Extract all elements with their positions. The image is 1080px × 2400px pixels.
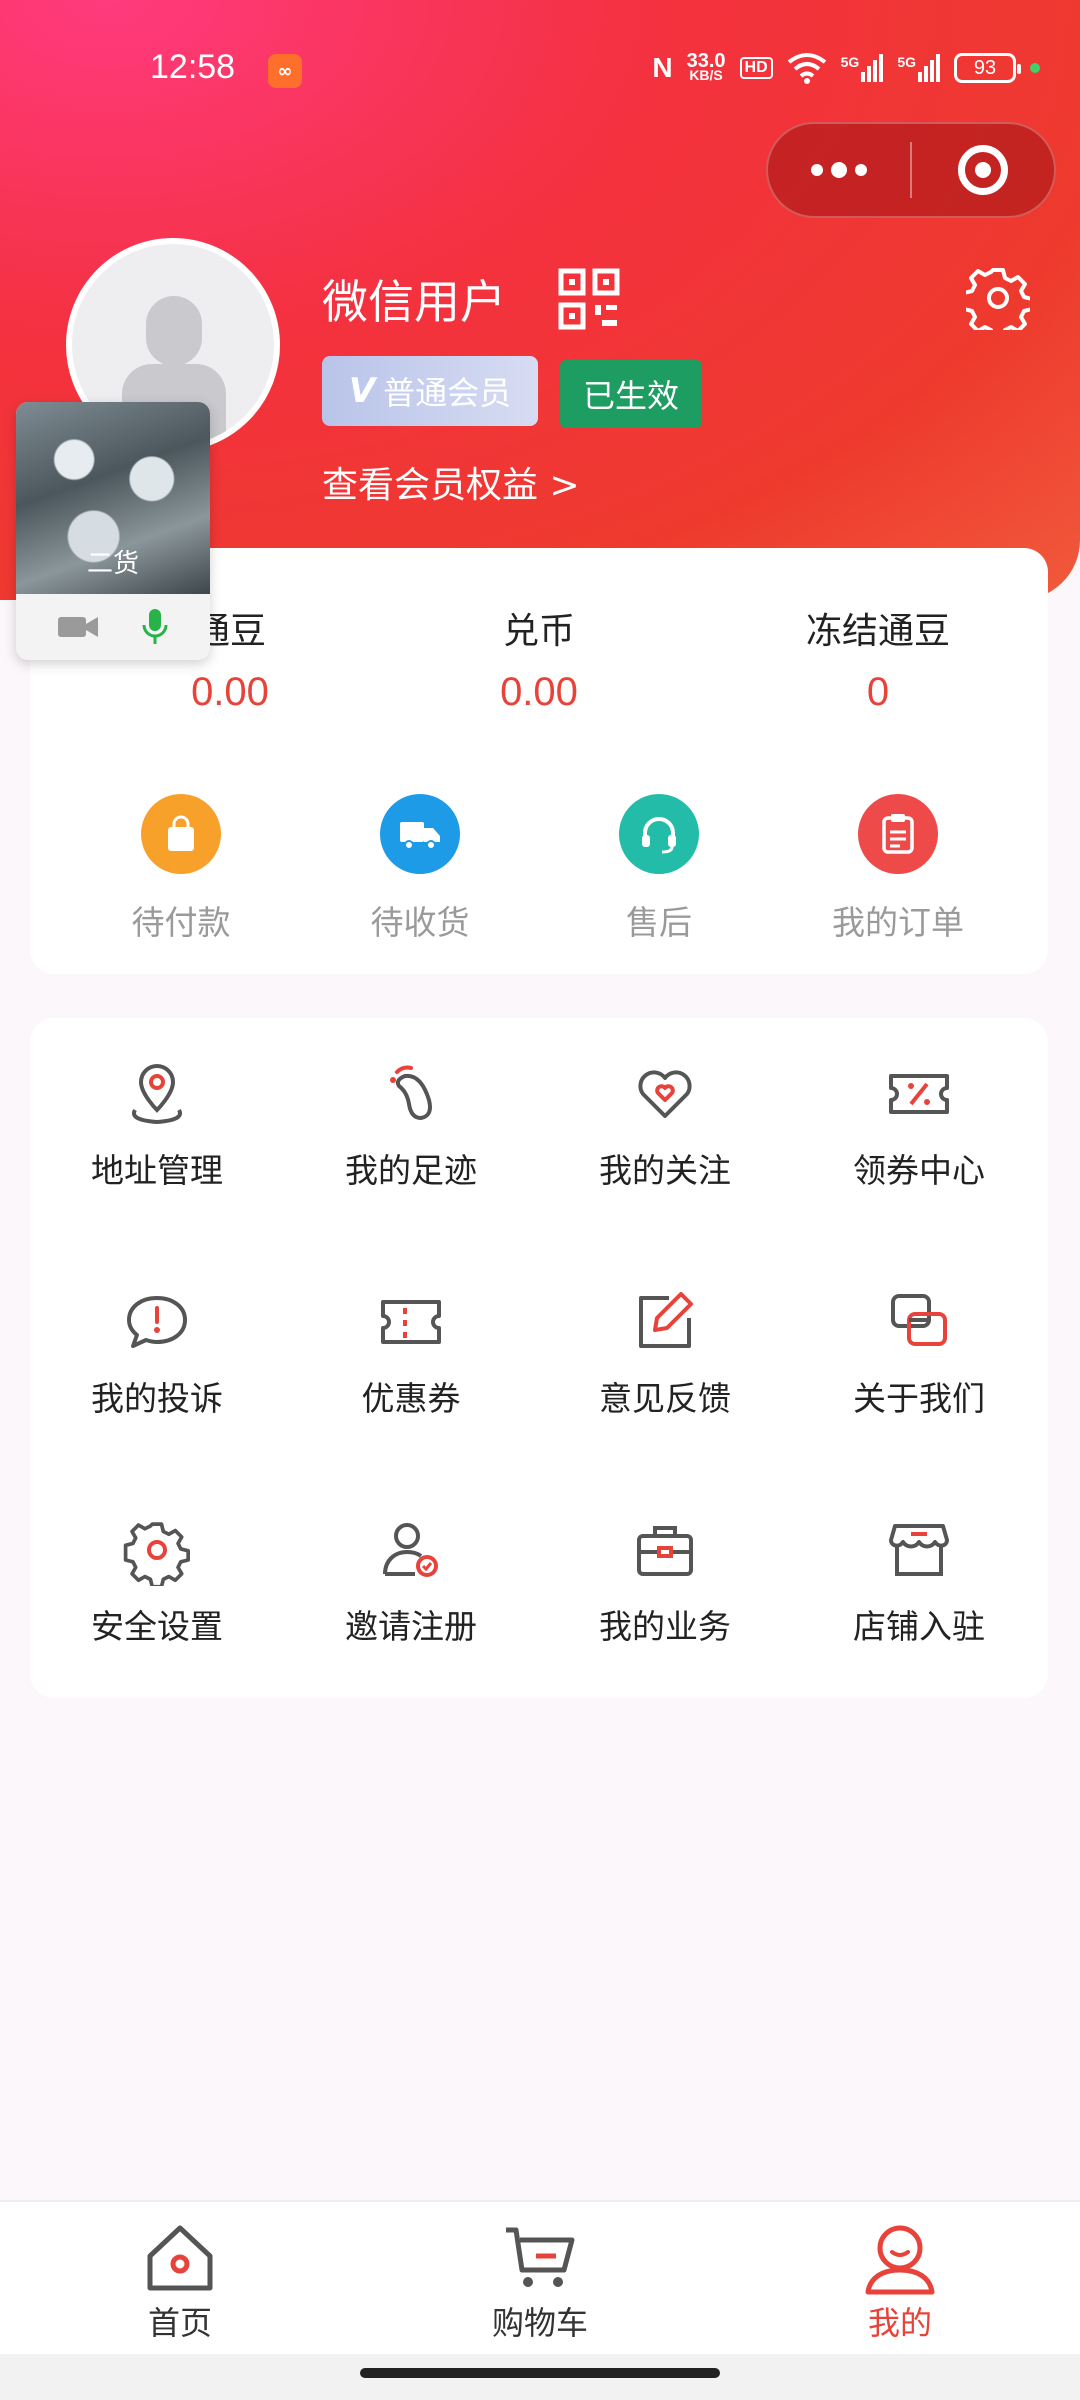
briefcase-icon [637, 1526, 693, 1576]
qr-code-icon[interactable] [558, 268, 620, 330]
menu-my-follows[interactable]: 我的关注 [538, 1058, 792, 1192]
network-speed: 33.0 KB/S [686, 50, 726, 83]
call-controls [16, 594, 210, 660]
bag-icon [141, 794, 221, 874]
bottom-tab-bar: 首页 购物车 我的 [0, 2200, 1080, 2354]
battery-icon: 93 [954, 53, 1021, 83]
order-all-orders[interactable]: 我的订单 [798, 794, 998, 944]
gear-icon [123, 1522, 191, 1586]
caller-video-preview: 二货 [16, 402, 210, 594]
order-pending-payment[interactable]: 待付款 [81, 794, 281, 944]
hd-icon: HD [739, 57, 773, 79]
heart-icon [638, 1070, 692, 1118]
order-after-sales[interactable]: 售后 [559, 794, 759, 944]
tab-cart[interactable]: 购物车 [440, 2220, 640, 2344]
settings-gear-icon[interactable] [966, 266, 1030, 330]
asset-duibi[interactable]: 兑币 0.00 [389, 602, 689, 715]
view-member-benefits-link[interactable]: 查看会员权益 > [322, 456, 580, 508]
target-icon [957, 145, 1008, 195]
tab-home[interactable]: 首页 [80, 2220, 280, 2344]
app-notification-icon: ∞ [268, 54, 302, 88]
menu-coupon-center[interactable]: 领券中心 [792, 1058, 1046, 1192]
location-pin-icon [132, 1063, 182, 1125]
status-indicators: N 33.0 KB/S HD 5G 5G 93 [652, 48, 1040, 88]
home-indicator[interactable] [360, 2368, 720, 2378]
status-bar: 12:58 ∞ N 33.0 KB/S HD 5G 5G 93 [0, 0, 1080, 140]
membership-level-badge: V 普通会员 [322, 356, 538, 426]
cart-icon [506, 2227, 575, 2287]
signal-1: 5G [841, 54, 884, 82]
menu-feedback[interactable]: 意见反馈 [538, 1286, 792, 1420]
truck-icon [380, 794, 460, 874]
miniprogram-capsule [766, 122, 1056, 218]
status-time: 12:58 [150, 48, 236, 86]
edit-icon [639, 1292, 693, 1348]
invite-user-icon [383, 1523, 438, 1577]
asset-frozen-tongdou[interactable]: 冻结通豆 0 [728, 602, 1028, 715]
menu-about-us[interactable]: 关于我们 [792, 1286, 1046, 1420]
footprint-icon [390, 1065, 432, 1121]
home-icon [147, 2225, 213, 2291]
signal-2: 5G [897, 54, 940, 82]
more-options-button[interactable] [768, 124, 910, 216]
menu-address-management[interactable]: 地址管理 [30, 1058, 284, 1192]
menu-store-settlement[interactable]: 店铺入驻 [792, 1514, 1046, 1648]
headset-icon [619, 794, 699, 874]
caller-name: 二货 [86, 549, 139, 579]
menu-my-footprint[interactable]: 我的足迹 [284, 1058, 538, 1192]
store-icon [889, 1524, 949, 1576]
nfc-icon: N [652, 52, 673, 83]
menu-my-business[interactable]: 我的业务 [538, 1514, 792, 1648]
order-pending-receipt[interactable]: 待收货 [320, 794, 520, 944]
privacy-indicator-dot [1030, 63, 1040, 73]
close-miniprogram-button[interactable] [912, 124, 1054, 216]
menu-coupons[interactable]: 优惠券 [284, 1286, 538, 1420]
wifi-icon [787, 53, 826, 84]
menu-invite-register[interactable]: 邀请注册 [284, 1514, 538, 1648]
menu-security-settings[interactable]: 安全设置 [30, 1514, 284, 1648]
complaint-bubble-icon [127, 1296, 187, 1348]
clipboard-icon [858, 794, 938, 874]
about-icon [891, 1294, 947, 1346]
coupon-icon [381, 1300, 441, 1344]
microphone-icon[interactable] [140, 607, 170, 647]
tab-mine[interactable]: 我的 [800, 2220, 1000, 2344]
percent-ticket-icon [889, 1074, 949, 1114]
floating-video-call-window[interactable]: 二货 [16, 402, 210, 660]
menu-my-complaints[interactable]: 我的投诉 [30, 1286, 284, 1420]
camera-icon[interactable] [56, 612, 100, 642]
username: 微信用户 [322, 275, 506, 329]
user-icon [865, 2225, 935, 2295]
membership-status-badge: 已生效 [560, 360, 702, 428]
services-menu-card: 地址管理 我的足迹 我的关注 领券中心 我的投诉 优惠券 意见反馈 关于我们 安… [30, 1018, 1048, 1698]
